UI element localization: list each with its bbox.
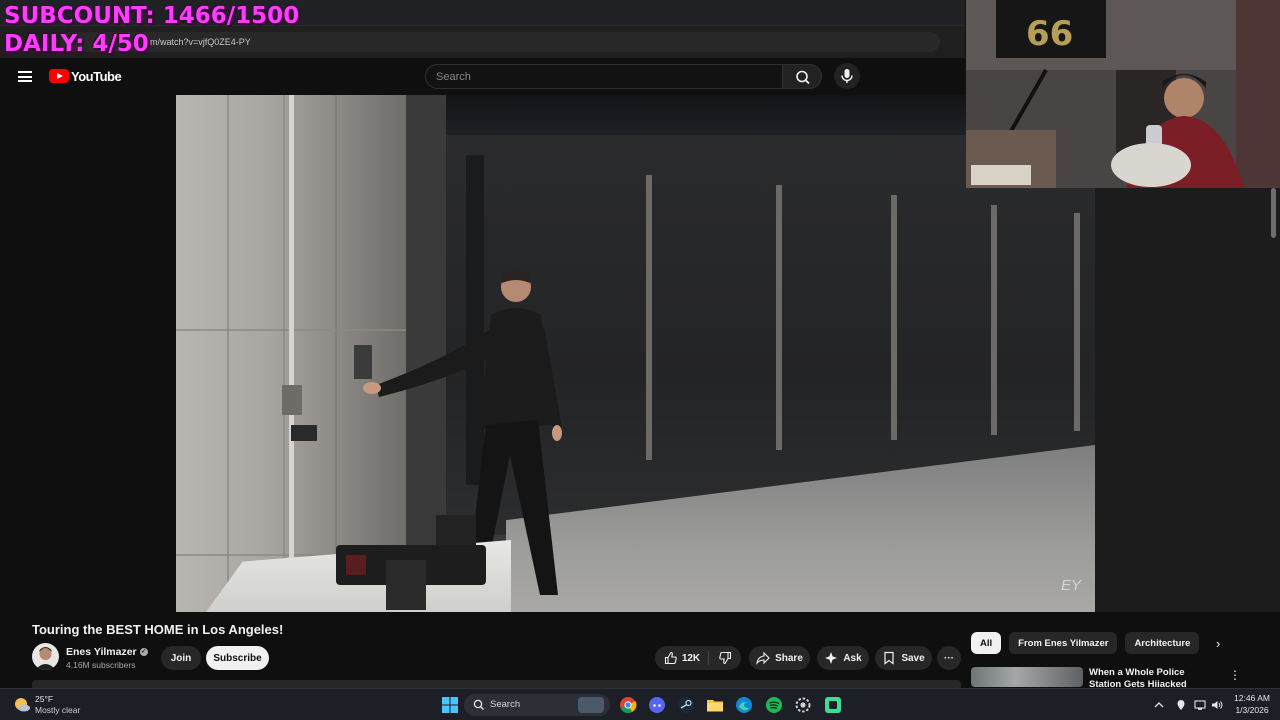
stream-overlay: SUBCOUNT: 1466/1500 DAILY: 4/50	[4, 2, 299, 58]
discord-icon[interactable]	[648, 696, 666, 714]
screen: m/watch?v=vjfQ0ZE4-PY SUBCOUNT: 1466/150…	[0, 0, 1280, 720]
streamer-webcam: 66	[966, 0, 1280, 188]
microphone-icon	[841, 69, 853, 83]
weather-description[interactable]: Mostly clear	[35, 705, 80, 715]
search-input[interactable]: Search	[425, 64, 783, 89]
recommended-video-thumbnail[interactable]	[971, 667, 1083, 687]
edge-icon[interactable]	[735, 696, 753, 714]
windows-start-icon[interactable]	[441, 696, 459, 714]
taskbar-search-label: Search	[490, 699, 521, 710]
subscribe-button[interactable]: Subscribe	[206, 646, 269, 670]
taskbar-search-box[interactable]: Search	[464, 694, 610, 716]
settings-gear-icon[interactable]	[794, 696, 812, 714]
thumbs-up-icon	[664, 651, 677, 665]
spotify-icon[interactable]	[765, 696, 783, 714]
camera-equipment	[336, 515, 486, 610]
verified-badge-icon: ✓	[139, 648, 148, 657]
channel-watermark: EY	[1060, 577, 1081, 594]
more-actions-button[interactable]: ···	[937, 646, 961, 670]
youtube-logo-text: YouTube	[71, 68, 122, 84]
related-chips: All From Enes Yilmazer Architecture Re	[971, 632, 1201, 654]
file-explorer-icon[interactable]	[706, 696, 724, 714]
sparkle-icon	[825, 652, 838, 664]
svg-text:66: 66	[1026, 14, 1073, 54]
wifi-icon[interactable]	[1194, 699, 1206, 711]
video-title: Touring the BEST HOME in Los Angeles!	[32, 622, 284, 637]
share-icon	[756, 651, 770, 665]
clock-date[interactable]: 1/3/2026	[1232, 705, 1272, 715]
youtube-logo[interactable]: YouTube	[49, 68, 122, 84]
description-box[interactable]	[32, 680, 961, 688]
channel-name[interactable]: Enes Yilmazer	[66, 646, 137, 658]
location-icon[interactable]	[1175, 699, 1187, 711]
youtube-play-logo-icon	[49, 69, 69, 83]
recommended-video-title[interactable]: When a Whole Police Station Gets Hijacke…	[1089, 667, 1219, 687]
like-button[interactable]: 12K	[664, 651, 710, 665]
search-button[interactable]	[782, 64, 822, 89]
ask-label: Ask	[843, 652, 862, 664]
windows-taskbar: 25°F Mostly clear Search 12:46 AM 1/3/20…	[0, 688, 1280, 720]
youtube-header: YouTube Search	[0, 58, 965, 95]
chrome-icon[interactable]	[619, 696, 637, 714]
webcam-scene: 66	[966, 0, 1280, 188]
chip-all[interactable]: All	[971, 632, 1002, 654]
like-dislike-group: 12K	[655, 646, 741, 670]
green-app-icon[interactable]	[824, 696, 842, 714]
volume-icon[interactable]	[1211, 699, 1223, 711]
weather-moon-icon	[15, 698, 30, 712]
channel-avatar[interactable]	[32, 643, 59, 670]
recommended-video-menu-icon[interactable]: ⋮	[1229, 668, 1241, 682]
search-icon	[796, 70, 810, 85]
voice-search-button[interactable]	[834, 63, 860, 89]
share-label: Share	[775, 652, 803, 664]
search-highlight-icon	[578, 697, 604, 713]
channel-name-row[interactable]: Enes Yilmazer ✓	[66, 646, 148, 658]
hamburger-menu-icon[interactable]	[18, 71, 32, 82]
chip-architecture[interactable]: Architecture	[1125, 632, 1200, 654]
subcount-text: SUBCOUNT: 1466/1500	[4, 3, 300, 29]
chevron-right-icon[interactable]: ›	[1216, 637, 1228, 651]
share-button[interactable]: Share	[749, 646, 810, 670]
taskbar-search-icon	[473, 699, 484, 710]
chip-from-channel[interactable]: From Enes Yilmazer	[1009, 632, 1118, 654]
clock-time[interactable]: 12:46 AM	[1232, 693, 1272, 703]
save-button[interactable]: Save	[875, 646, 932, 670]
video-frame[interactable]: EY	[176, 95, 1095, 612]
show-hidden-icons-chevron-icon[interactable]	[1153, 699, 1165, 711]
daily-text: DAILY: 4/50	[4, 31, 149, 57]
like-count: 12K	[681, 652, 701, 664]
page-scrollbar[interactable]	[1271, 188, 1276, 238]
ask-button[interactable]: Ask	[817, 646, 869, 670]
subscriber-count: 4.16M subscribers	[66, 660, 136, 670]
steam-icon[interactable]	[677, 696, 695, 714]
weather-temperature[interactable]: 25°F	[35, 694, 53, 704]
bookmark-icon	[884, 651, 894, 665]
save-label: Save	[901, 652, 925, 664]
avatar-image	[35, 647, 56, 670]
thumbs-down-icon	[719, 651, 732, 665]
join-button[interactable]: Join	[161, 646, 201, 670]
dislike-button[interactable]	[714, 651, 732, 665]
search-placeholder: Search	[436, 71, 471, 83]
